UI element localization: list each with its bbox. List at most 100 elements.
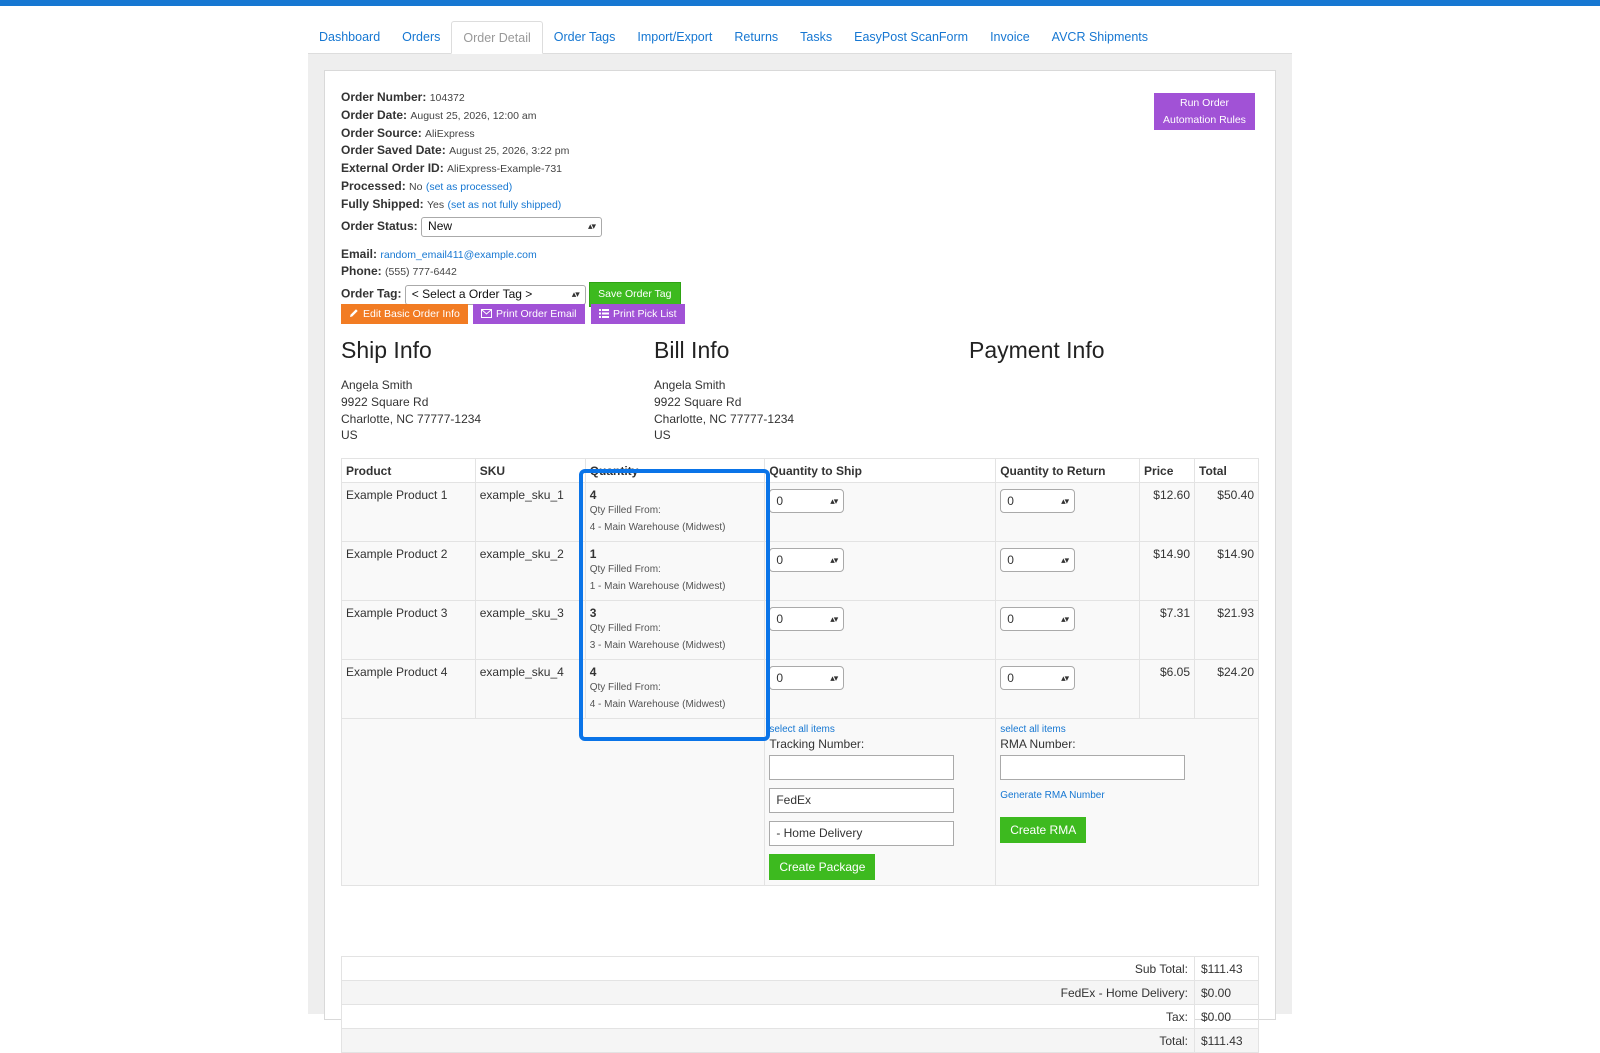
print-pick-list-button[interactable]: Print Pick List	[591, 304, 685, 324]
processed-label: Processed:	[341, 178, 406, 193]
create-package-panel: select all items Tracking Number: FedEx …	[764, 718, 997, 886]
service-input[interactable]: - Home Delivery	[769, 821, 955, 846]
order-source: AliExpress	[425, 127, 475, 140]
header-quantity-to-ship: Quantity to Ship	[764, 458, 997, 483]
tracking-number-label: Tracking Number:	[769, 737, 865, 751]
create-rma-panel: select all items RMA Number: Generate RM…	[995, 718, 1259, 886]
pencil-icon	[350, 309, 358, 317]
set-processed-link[interactable]: (set as processed)	[426, 181, 512, 193]
ship-select-all-link[interactable]: select all items	[769, 724, 991, 735]
quantity-to-ship-select[interactable]: 0 ▴▾	[769, 666, 845, 690]
filled-from-label: Qty Filled From:	[589, 623, 661, 634]
generate-rma-link[interactable]: Generate RMA Number	[1000, 790, 1254, 801]
quantity-to-return-cell: 0 ▴▾	[995, 600, 1141, 660]
ship-country: US	[341, 428, 358, 443]
header-price: Price	[1139, 458, 1195, 483]
quantity-to-ship-value: 0	[776, 553, 783, 567]
product-name: Example Product 2	[341, 541, 476, 601]
print-order-email-label: Print Order Email	[496, 308, 577, 320]
tax-label: Tax:	[341, 1004, 1195, 1029]
table-row: Example Product 3 example_sku_3 3 Qty Fil…	[341, 600, 1259, 660]
order-date: August 25, 2026, 12:00 am	[410, 109, 537, 122]
select-arrows-icon: ▴▾	[830, 672, 838, 683]
quantity-cell: 4 Qty Filled From: 4 - Main Warehouse (Mid…	[584, 659, 766, 719]
payment-info-heading: Payment Info	[969, 337, 1105, 363]
ship-street: 9922 Square Rd	[341, 394, 429, 409]
table-header-row: Product SKU Quantity Quantity to Ship Qu…	[341, 458, 1259, 483]
order-totals-table: Sub Total: $111.43 FedEx - Home Delivery:…	[341, 956, 1259, 1053]
line-total: $21.93	[1194, 600, 1259, 660]
quantity-to-return-value: 0	[1007, 553, 1014, 567]
order-source-label: Order Source:	[341, 125, 422, 140]
create-package-button[interactable]: Create Package	[769, 854, 876, 880]
order-detail-card: Order Number: 104372 Order Date: August …	[324, 70, 1276, 1053]
tab-import-export[interactable]: Import/Export	[626, 21, 723, 53]
tab-avcr-shipments[interactable]: AVCR Shipments	[1041, 21, 1159, 53]
sku: example_sku_2	[474, 541, 586, 601]
order-info: Order Number: 104372 Order Date: August …	[341, 89, 681, 307]
quantity-to-ship-select[interactable]: 0 ▴▾	[769, 548, 845, 572]
line-total: $50.40	[1194, 482, 1259, 542]
tab-easypost-scanform[interactable]: EasyPost ScanForm	[843, 21, 979, 53]
quantity-to-ship-value: 0	[776, 671, 783, 685]
header-product: Product	[341, 458, 476, 483]
tab-tasks[interactable]: Tasks	[789, 21, 843, 53]
header-sku: SKU	[474, 458, 586, 483]
tab-returns[interactable]: Returns	[723, 21, 789, 53]
quantity-to-return-select[interactable]: 0 ▴▾	[1000, 489, 1076, 513]
select-arrows-icon: ▴▾	[830, 613, 838, 624]
quantity-to-ship-select[interactable]: 0 ▴▾	[769, 607, 845, 631]
email-link[interactable]: random_email411@example.com	[380, 249, 536, 261]
tab-order-tags[interactable]: Order Tags	[543, 21, 627, 53]
filled-from-label: Qty Filled From:	[589, 505, 661, 516]
filled-from-value: 4 - Main Warehouse (Midwest)	[589, 699, 726, 710]
phone-value: (555) 777-6442	[385, 266, 457, 279]
sku: example_sku_1	[474, 482, 586, 542]
carrier-input[interactable]: FedEx	[769, 788, 955, 813]
tab-order-detail[interactable]: Order Detail	[451, 21, 543, 54]
print-order-email-button[interactable]: Print Order Email	[473, 304, 585, 324]
bill-address: Angela Smith 9922 Square Rd Charlotte, N…	[654, 377, 794, 444]
return-select-all-link[interactable]: select all items	[1000, 724, 1254, 735]
tab-invoice[interactable]: Invoice	[979, 21, 1041, 53]
external-id-label: External Order ID:	[341, 161, 444, 176]
order-status-label: Order Status:	[341, 218, 418, 233]
quantity-cell: 1 Qty Filled From: 1 - Main Warehouse (Mid…	[584, 541, 766, 601]
order-tag-label: Order Tag:	[341, 286, 402, 301]
rma-number-input[interactable]	[1000, 755, 1186, 780]
order-number: 104372	[429, 92, 465, 104]
price: $14.90	[1139, 541, 1195, 601]
quantity-to-ship-cell: 0 ▴▾	[764, 482, 997, 542]
order-status-select[interactable]: New ▴▾	[421, 216, 603, 237]
quantity-to-return-value: 0	[1007, 671, 1014, 685]
tab-orders[interactable]: Orders	[391, 21, 451, 53]
product-name: Example Product 3	[341, 600, 476, 660]
set-not-shipped-link[interactable]: (set as not fully shipped)	[448, 199, 562, 211]
quantity-to-return-select[interactable]: 0 ▴▾	[1000, 548, 1076, 572]
shipment-actions-row: select all items Tracking Number: FedEx …	[340, 718, 1259, 886]
subtotal-label: Sub Total:	[341, 956, 1195, 981]
bill-street: 9922 Square Rd	[654, 394, 742, 409]
bill-country: US	[654, 428, 671, 443]
select-arrows-icon: ▴▾	[587, 221, 596, 232]
order-date-label: Order Date:	[341, 107, 408, 122]
tab-dashboard[interactable]: Dashboard	[308, 21, 391, 53]
order-tag-select[interactable]: < Select a Order Tag > ▴▾	[404, 284, 586, 305]
edit-basic-order-info-button[interactable]: Edit Basic Order Info	[341, 304, 468, 324]
tax-value: $0.00	[1194, 1004, 1259, 1029]
line-total: $14.90	[1194, 541, 1259, 601]
quantity-to-return-select[interactable]: 0 ▴▾	[1000, 666, 1076, 690]
line-total: $24.20	[1194, 659, 1259, 719]
create-rma-button[interactable]: Create RMA	[1000, 817, 1087, 843]
quantity-to-return-select[interactable]: 0 ▴▾	[1000, 607, 1076, 631]
price: $12.60	[1139, 482, 1195, 542]
empty-cell	[340, 718, 766, 886]
run-automation-rules-button[interactable]: Run Order Automation Rules	[1154, 93, 1255, 130]
total-label: Total:	[341, 1028, 1195, 1053]
tracking-number-input[interactable]	[769, 755, 955, 780]
quantity-to-ship-select[interactable]: 0 ▴▾	[769, 489, 845, 513]
envelope-icon	[481, 309, 492, 318]
ship-address: Angela Smith 9922 Square Rd Charlotte, N…	[341, 377, 481, 444]
totals-row: Total: $111.43	[341, 1028, 1259, 1053]
bill-city: Charlotte, NC 77777-1234	[654, 411, 795, 426]
